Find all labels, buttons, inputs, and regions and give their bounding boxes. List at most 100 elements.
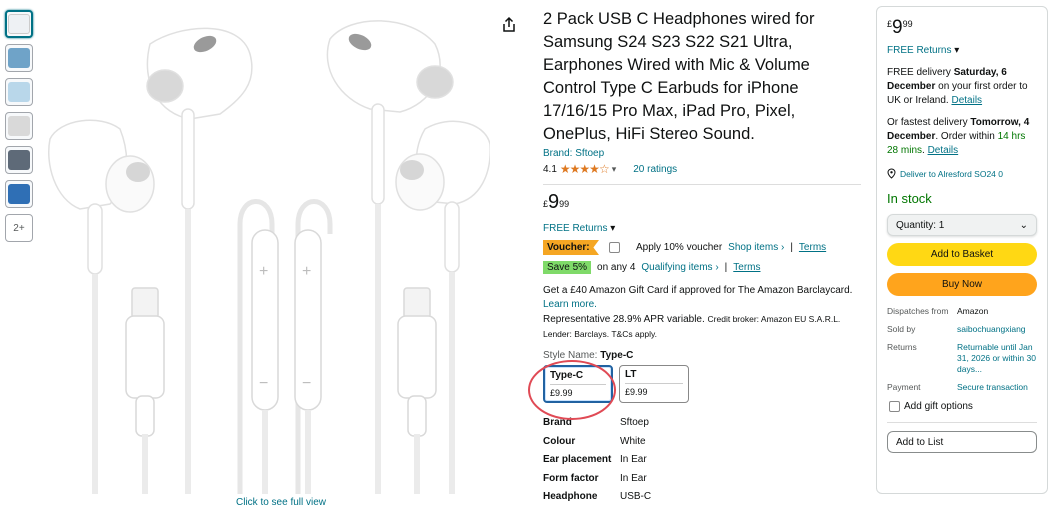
style-option-price: £9.99 (625, 387, 648, 397)
voucher-badge: Voucher: (543, 240, 599, 255)
order-within-text: . Order within (935, 131, 995, 142)
spec-row: Headphone USB-C (543, 491, 861, 510)
buy-now-button[interactable]: Buy Now (887, 273, 1037, 296)
spec-value: White (620, 435, 646, 447)
style-name-label: Style Name: Type-C (543, 350, 861, 361)
thumbnail-2[interactable] (5, 44, 33, 72)
voucher-terms-link[interactable]: Terms (799, 242, 826, 253)
buybox-price: £999 (887, 17, 1037, 39)
quantity-value: Quantity: 1 (896, 219, 945, 231)
meta-row: Returns Returnable until Jan 31, 2026 or … (887, 342, 1037, 375)
svg-text:+: + (259, 263, 268, 280)
price: £999 (543, 191, 861, 213)
thumbnail-4[interactable] (5, 112, 33, 140)
main-product-image[interactable]: + − + − (40, 4, 490, 494)
thumbnail-5[interactable] (5, 146, 33, 174)
product-specs: Brand Sftoep Colour White Ear placement In … (543, 417, 861, 510)
gift-card-offer: Get a £40 Amazon Gift Card if approved f… (543, 284, 861, 342)
gift-options-label[interactable]: Add gift options (904, 401, 973, 412)
fastest-prefix: Or fastest delivery (887, 117, 968, 128)
buy-box: £999 FREE Returns ▾ FREE delivery Saturd… (876, 6, 1048, 494)
save-row: Save 5% on any 4 Qualifying items › | Te… (543, 261, 861, 274)
free-returns-link[interactable]: FREE Returns ▾ (543, 223, 861, 234)
delivery-info: FREE delivery Saturday, 6 December on yo… (887, 66, 1037, 108)
chevron-down-icon[interactable]: ▾ (612, 164, 617, 175)
deliver-to-text: Deliver to Alresford SO24 0 (900, 168, 1003, 179)
stock-status: In stock (887, 191, 932, 206)
style-option-name: LT (625, 369, 683, 384)
spec-value: USB-C (620, 491, 652, 502)
rating-row: 4.1 ★★★★☆ ▾ 20 ratings (543, 162, 861, 176)
fastest-delivery-info: Or fastest delivery Tomorrow, 4 December… (887, 117, 1030, 156)
style-option-lt[interactable]: LT £9.99 (619, 365, 689, 403)
location-pin-icon (887, 168, 896, 179)
meta-key: Dispatches from (887, 306, 949, 316)
save-text: on any 4 (597, 262, 636, 273)
learn-more-link[interactable]: Learn more. (543, 298, 861, 312)
thumbnail-6[interactable] (5, 180, 33, 208)
spec-key: Form factor (543, 472, 599, 484)
spec-key: Headphone (543, 491, 598, 502)
separator: | (790, 242, 793, 253)
price-currency: £ (887, 19, 893, 29)
chevron-down-icon: ▾ (610, 223, 616, 234)
thumbnail-strip: 2+ (5, 10, 35, 248)
returns-policy-link[interactable]: Returnable until Jan 31, 2026 or within … (957, 342, 1037, 375)
inline-remote-left: + − (237, 199, 279, 494)
spec-value: Sftoep (620, 417, 649, 428)
full-view-link[interactable]: Click to see full view (236, 497, 326, 508)
gift-card-text: Get a £40 Amazon Gift Card if approved f… (543, 285, 853, 296)
buybox-free-returns-link[interactable]: FREE Returns ▾ (887, 45, 1037, 56)
brand-link[interactable]: Brand: Sftoep (543, 148, 861, 159)
add-to-basket-button[interactable]: Add to Basket (887, 243, 1037, 266)
annotation-circle (528, 360, 616, 420)
meta-row: Dispatches from Amazon (887, 306, 1037, 317)
qualifying-items-link[interactable]: Qualifying items › (641, 262, 718, 273)
add-to-list-button[interactable]: Add to List (887, 431, 1037, 453)
product-title: 2 Pack USB C Headphones wired for Samsun… (543, 10, 815, 143)
seller-link[interactable]: saibochuangxiang (957, 324, 1037, 335)
gift-options-checkbox[interactable] (889, 401, 900, 412)
seller-info: Dispatches from Amazon Sold by saibochuang… (887, 306, 1037, 393)
divider (543, 184, 861, 185)
meta-key: Returns (887, 342, 917, 352)
earbud-right-back (326, 20, 454, 494)
product-details: 2 Pack USB C Headphones wired for Samsun… (543, 8, 861, 510)
meta-row: Sold by saibochuangxiang (887, 324, 1037, 335)
rating-value: 4.1 (543, 163, 557, 175)
spec-key: Colour (543, 435, 576, 447)
spec-row: Colour White (543, 436, 861, 455)
voucher-row: Voucher: Apply 10% voucher Shop items › … (543, 240, 861, 255)
thumbnail-1[interactable] (5, 10, 33, 38)
meta-value: Amazon (957, 306, 989, 316)
shop-items-link[interactable]: Shop items › (728, 242, 784, 253)
meta-key: Sold by (887, 324, 916, 334)
thumbnail-3[interactable] (5, 78, 33, 106)
share-icon[interactable] (500, 16, 518, 34)
apr-text: Representative 28.9% APR variable. (543, 314, 705, 325)
ratings-count-link[interactable]: 20 ratings (633, 164, 677, 175)
star-rating-icon[interactable]: ★★★★☆ (560, 162, 610, 176)
save-terms-link[interactable]: Terms (733, 262, 760, 273)
svg-text:−: − (302, 375, 311, 392)
secure-transaction-link[interactable]: Secure transaction (957, 382, 1037, 393)
chevron-down-icon: ▾ (954, 45, 960, 56)
fastest-details-link[interactable]: Details (928, 145, 959, 156)
style-value: Type-C (600, 350, 634, 361)
more-count-label: 2+ (13, 222, 25, 234)
spec-value: In Ear (620, 454, 647, 465)
thumbnail-more[interactable]: 2+ (5, 214, 33, 242)
spec-row: Ear placement In Ear (543, 454, 861, 473)
spec-row: Brand Sftoep (543, 417, 861, 436)
price-currency: £ (543, 199, 549, 209)
divider (887, 422, 1037, 423)
voucher-checkbox[interactable] (609, 242, 620, 253)
price-fraction: 99 (559, 199, 570, 209)
deliver-to-link[interactable]: Deliver to Alresford SO24 0 (887, 168, 1037, 179)
meta-row: Payment Secure transaction (887, 382, 1037, 393)
delivery-details-link[interactable]: Details (951, 95, 982, 106)
price-fraction: 99 (902, 19, 913, 29)
quantity-select[interactable]: Quantity: 1 ⌄ (887, 214, 1037, 236)
meta-key: Payment (887, 382, 921, 392)
save-badge: Save 5% (543, 261, 592, 274)
